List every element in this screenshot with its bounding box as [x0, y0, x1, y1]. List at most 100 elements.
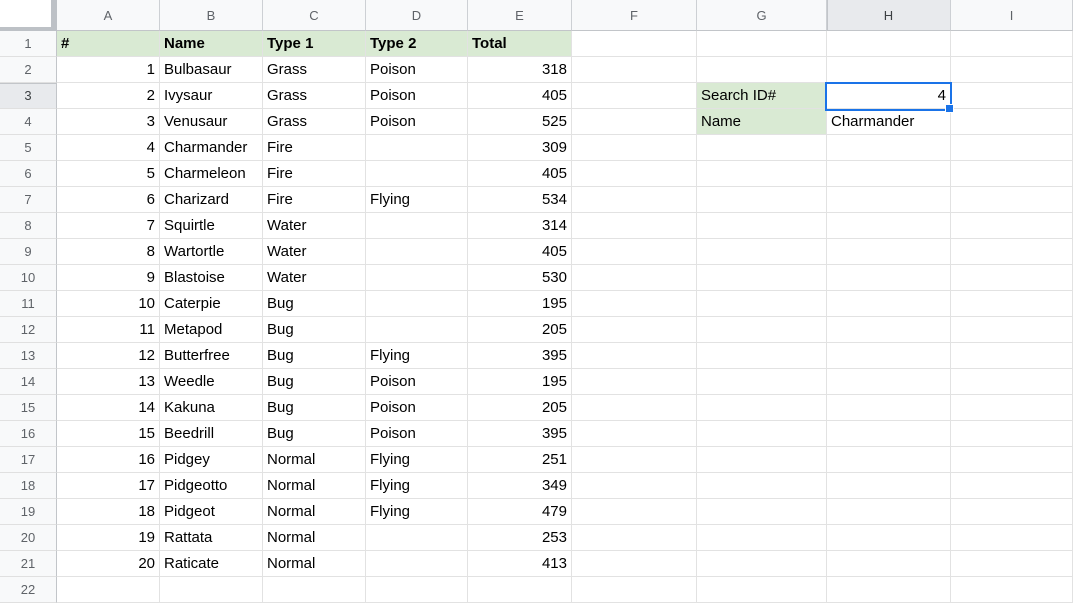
cell-H10[interactable] [827, 265, 951, 291]
row-header-20[interactable]: 20 [0, 525, 57, 551]
cell-B20[interactable]: Rattata [160, 525, 263, 551]
cell-D5[interactable] [366, 135, 468, 161]
column-header-B[interactable]: B [160, 0, 263, 31]
column-header-F[interactable]: F [572, 0, 697, 31]
cell-I18[interactable] [951, 473, 1073, 499]
cell-A10[interactable]: 9 [57, 265, 160, 291]
row-header-7[interactable]: 7 [0, 187, 57, 213]
cell-B8[interactable]: Squirtle [160, 213, 263, 239]
cell-A3[interactable]: 2 [57, 83, 160, 109]
cell-H15[interactable] [827, 395, 951, 421]
cell-A22[interactable] [57, 577, 160, 603]
row-header-4[interactable]: 4 [0, 109, 57, 135]
cell-I20[interactable] [951, 525, 1073, 551]
cell-F12[interactable] [572, 317, 697, 343]
row-header-21[interactable]: 21 [0, 551, 57, 577]
cell-D17[interactable]: Flying [366, 447, 468, 473]
cell-G3[interactable]: Search ID# [697, 83, 827, 109]
column-header-D[interactable]: D [366, 0, 468, 31]
row-header-9[interactable]: 9 [0, 239, 57, 265]
cell-B12[interactable]: Metapod [160, 317, 263, 343]
column-header-C[interactable]: C [263, 0, 366, 31]
cell-G6[interactable] [697, 161, 827, 187]
cell-I12[interactable] [951, 317, 1073, 343]
cell-F1[interactable] [572, 31, 697, 57]
cell-E22[interactable] [468, 577, 572, 603]
cell-A6[interactable]: 5 [57, 161, 160, 187]
cell-A19[interactable]: 18 [57, 499, 160, 525]
cell-D19[interactable]: Flying [366, 499, 468, 525]
cell-G13[interactable] [697, 343, 827, 369]
row-header-22[interactable]: 22 [0, 577, 57, 603]
cell-A5[interactable]: 4 [57, 135, 160, 161]
cell-H8[interactable] [827, 213, 951, 239]
cell-G16[interactable] [697, 421, 827, 447]
cell-C20[interactable]: Normal [263, 525, 366, 551]
cell-F18[interactable] [572, 473, 697, 499]
cell-I6[interactable] [951, 161, 1073, 187]
cell-E7[interactable]: 534 [468, 187, 572, 213]
cell-A17[interactable]: 16 [57, 447, 160, 473]
cell-F19[interactable] [572, 499, 697, 525]
cell-C15[interactable]: Bug [263, 395, 366, 421]
cell-H5[interactable] [827, 135, 951, 161]
cell-C19[interactable]: Normal [263, 499, 366, 525]
cell-A8[interactable]: 7 [57, 213, 160, 239]
cell-A13[interactable]: 12 [57, 343, 160, 369]
cell-E4[interactable]: 525 [468, 109, 572, 135]
row-header-8[interactable]: 8 [0, 213, 57, 239]
cell-B7[interactable]: Charizard [160, 187, 263, 213]
cell-I1[interactable] [951, 31, 1073, 57]
cell-H1[interactable] [827, 31, 951, 57]
cell-D2[interactable]: Poison [366, 57, 468, 83]
cell-D16[interactable]: Poison [366, 421, 468, 447]
fill-handle[interactable] [945, 104, 954, 113]
cell-H21[interactable] [827, 551, 951, 577]
cell-C21[interactable]: Normal [263, 551, 366, 577]
cell-D8[interactable] [366, 213, 468, 239]
cell-E14[interactable]: 195 [468, 369, 572, 395]
cell-D11[interactable] [366, 291, 468, 317]
cell-A7[interactable]: 6 [57, 187, 160, 213]
row-header-6[interactable]: 6 [0, 161, 57, 187]
cell-E13[interactable]: 395 [468, 343, 572, 369]
cell-G17[interactable] [697, 447, 827, 473]
row-header-11[interactable]: 11 [0, 291, 57, 317]
cell-E5[interactable]: 309 [468, 135, 572, 161]
cell-A12[interactable]: 11 [57, 317, 160, 343]
cell-C2[interactable]: Grass [263, 57, 366, 83]
cell-B17[interactable]: Pidgey [160, 447, 263, 473]
cell-F6[interactable] [572, 161, 697, 187]
cell-G20[interactable] [697, 525, 827, 551]
cell-C22[interactable] [263, 577, 366, 603]
cell-F10[interactable] [572, 265, 697, 291]
cell-C6[interactable]: Fire [263, 161, 366, 187]
cell-H22[interactable] [827, 577, 951, 603]
cell-G15[interactable] [697, 395, 827, 421]
cell-E6[interactable]: 405 [468, 161, 572, 187]
cell-D13[interactable]: Flying [366, 343, 468, 369]
cell-F11[interactable] [572, 291, 697, 317]
cell-A20[interactable]: 19 [57, 525, 160, 551]
cell-H16[interactable] [827, 421, 951, 447]
cell-F15[interactable] [572, 395, 697, 421]
column-header-I[interactable]: I [951, 0, 1073, 31]
column-header-E[interactable]: E [468, 0, 572, 31]
cell-B16[interactable]: Beedrill [160, 421, 263, 447]
cell-D3[interactable]: Poison [366, 83, 468, 109]
cell-G4[interactable]: Name [697, 109, 827, 135]
row-header-1[interactable]: 1 [0, 31, 57, 57]
cell-H6[interactable] [827, 161, 951, 187]
cell-H13[interactable] [827, 343, 951, 369]
cell-H17[interactable] [827, 447, 951, 473]
column-header-A[interactable]: A [57, 0, 160, 31]
cell-G22[interactable] [697, 577, 827, 603]
cell-C16[interactable]: Bug [263, 421, 366, 447]
cell-B5[interactable]: Charmander [160, 135, 263, 161]
row-header-14[interactable]: 14 [0, 369, 57, 395]
cell-G5[interactable] [697, 135, 827, 161]
cell-H12[interactable] [827, 317, 951, 343]
cell-B6[interactable]: Charmeleon [160, 161, 263, 187]
cell-I4[interactable] [951, 109, 1073, 135]
row-header-10[interactable]: 10 [0, 265, 57, 291]
